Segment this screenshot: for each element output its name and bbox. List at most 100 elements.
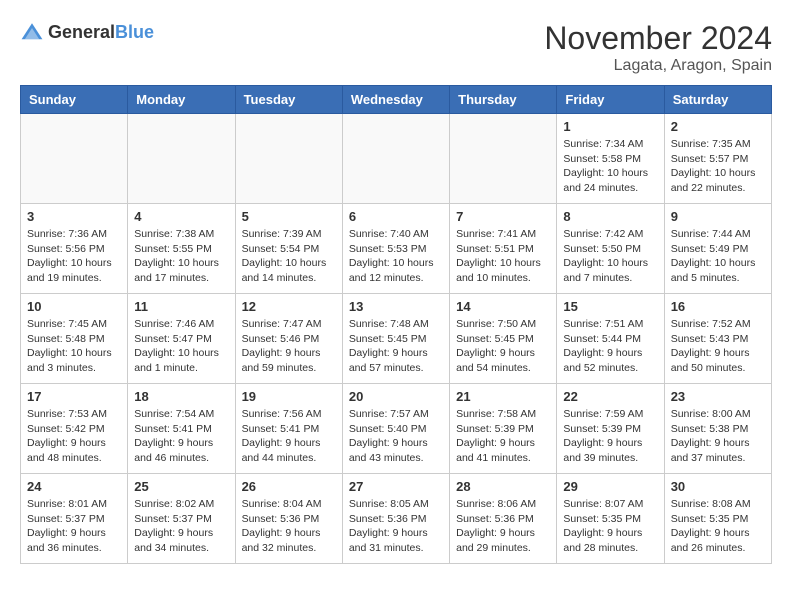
calendar-cell: 29Sunrise: 8:07 AMSunset: 5:35 PMDayligh… [557, 474, 664, 564]
day-number: 13 [349, 299, 443, 314]
day-number: 3 [27, 209, 121, 224]
day-info: Sunrise: 7:52 AMSunset: 5:43 PMDaylight:… [671, 317, 765, 376]
day-number: 23 [671, 389, 765, 404]
weekday-header-wednesday: Wednesday [342, 86, 449, 114]
day-number: 30 [671, 479, 765, 494]
logo-general: General [48, 22, 115, 42]
calendar-cell: 27Sunrise: 8:05 AMSunset: 5:36 PMDayligh… [342, 474, 449, 564]
calendar-cell: 10 Sunrise: 7:45 AMSunset: 5:48 PMDayligh… [21, 294, 128, 384]
calendar-cell: 1 Sunrise: 7:34 AMSunset: 5:58 PMDaylight… [557, 114, 664, 204]
calendar-cell: 12Sunrise: 7:47 AMSunset: 5:46 PMDayligh… [235, 294, 342, 384]
day-number: 8 [563, 209, 657, 224]
day-info: Sunrise: 7:46 AMSunset: 5:47 PMDaylight:… [134, 317, 228, 376]
calendar-cell: 5 Sunrise: 7:39 AMSunset: 5:54 PMDaylight… [235, 204, 342, 294]
week-row-5: 24 Sunrise: 8:01 AMSunset: 5:37 PMDayligh… [21, 474, 772, 564]
day-info: Sunrise: 7:38 AMSunset: 5:55 PMDaylight:… [134, 227, 228, 286]
logo-blue: Blue [115, 22, 154, 42]
day-number: 14 [456, 299, 550, 314]
calendar-cell: 30 Sunrise: 8:08 AMSunset: 5:35 PMDayligh… [664, 474, 771, 564]
day-info: Sunrise: 7:41 AMSunset: 5:51 PMDaylight:… [456, 227, 550, 286]
day-info: Sunrise: 7:44 AMSunset: 5:49 PMDaylight:… [671, 227, 765, 286]
day-info: Sunrise: 8:08 AMSunset: 5:35 PMDaylight:… [671, 497, 765, 556]
day-info: Sunrise: 8:02 AMSunset: 5:37 PMDaylight:… [134, 497, 228, 556]
day-number: 29 [563, 479, 657, 494]
day-number: 21 [456, 389, 550, 404]
day-info: Sunrise: 7:36 AMSunset: 5:56 PMDaylight:… [27, 227, 121, 286]
day-number: 11 [134, 299, 228, 314]
calendar-cell [235, 114, 342, 204]
day-info: Sunrise: 7:40 AMSunset: 5:53 PMDaylight:… [349, 227, 443, 286]
day-number: 1 [563, 119, 657, 134]
weekday-header-friday: Friday [557, 86, 664, 114]
day-number: 5 [242, 209, 336, 224]
day-number: 20 [349, 389, 443, 404]
calendar-cell: 23 Sunrise: 8:00 AMSunset: 5:38 PMDayligh… [664, 384, 771, 474]
day-number: 4 [134, 209, 228, 224]
calendar-cell: 18 Sunrise: 7:54 AMSunset: 5:41 PMDayligh… [128, 384, 235, 474]
calendar-cell: 26 Sunrise: 8:04 AMSunset: 5:36 PMDayligh… [235, 474, 342, 564]
weekday-header-thursday: Thursday [450, 86, 557, 114]
day-info: Sunrise: 7:58 AMSunset: 5:39 PMDaylight:… [456, 407, 550, 466]
calendar-cell: 20Sunrise: 7:57 AMSunset: 5:40 PMDayligh… [342, 384, 449, 474]
day-number: 6 [349, 209, 443, 224]
day-number: 7 [456, 209, 550, 224]
weekday-header-tuesday: Tuesday [235, 86, 342, 114]
day-info: Sunrise: 8:05 AMSunset: 5:36 PMDaylight:… [349, 497, 443, 556]
day-number: 19 [242, 389, 336, 404]
day-info: Sunrise: 7:42 AMSunset: 5:50 PMDaylight:… [563, 227, 657, 286]
week-row-3: 10 Sunrise: 7:45 AMSunset: 5:48 PMDayligh… [21, 294, 772, 384]
day-info: Sunrise: 7:53 AMSunset: 5:42 PMDaylight:… [27, 407, 121, 466]
week-row-2: 3 Sunrise: 7:36 AMSunset: 5:56 PMDaylight… [21, 204, 772, 294]
day-info: Sunrise: 7:34 AMSunset: 5:58 PMDaylight:… [563, 137, 657, 196]
calendar-cell [21, 114, 128, 204]
calendar-cell: 4 Sunrise: 7:38 AMSunset: 5:55 PMDaylight… [128, 204, 235, 294]
calendar-cell: 11 Sunrise: 7:46 AMSunset: 5:47 PMDayligh… [128, 294, 235, 384]
calendar-cell [342, 114, 449, 204]
day-number: 22 [563, 389, 657, 404]
day-number: 15 [563, 299, 657, 314]
day-info: Sunrise: 7:35 AMSunset: 5:57 PMDaylight:… [671, 137, 765, 196]
day-number: 17 [27, 389, 121, 404]
day-info: Sunrise: 7:50 AMSunset: 5:45 PMDaylight:… [456, 317, 550, 376]
weekday-header-row: SundayMondayTuesdayWednesdayThursdayFrid… [21, 86, 772, 114]
weekday-header-saturday: Saturday [664, 86, 771, 114]
calendar-cell: 24 Sunrise: 8:01 AMSunset: 5:37 PMDayligh… [21, 474, 128, 564]
week-row-1: 1 Sunrise: 7:34 AMSunset: 5:58 PMDaylight… [21, 114, 772, 204]
weekday-header-monday: Monday [128, 86, 235, 114]
calendar-cell [128, 114, 235, 204]
logo-icon [20, 20, 44, 44]
day-info: Sunrise: 7:51 AMSunset: 5:44 PMDaylight:… [563, 317, 657, 376]
month-title: November 2024 [544, 20, 772, 57]
day-number: 16 [671, 299, 765, 314]
day-info: Sunrise: 8:06 AMSunset: 5:36 PMDaylight:… [456, 497, 550, 556]
calendar-cell: 7 Sunrise: 7:41 AMSunset: 5:51 PMDaylight… [450, 204, 557, 294]
calendar-cell: 14 Sunrise: 7:50 AMSunset: 5:45 PMDayligh… [450, 294, 557, 384]
day-info: Sunrise: 8:01 AMSunset: 5:37 PMDaylight:… [27, 497, 121, 556]
day-info: Sunrise: 7:39 AMSunset: 5:54 PMDaylight:… [242, 227, 336, 286]
calendar-cell: 3 Sunrise: 7:36 AMSunset: 5:56 PMDaylight… [21, 204, 128, 294]
day-info: Sunrise: 8:04 AMSunset: 5:36 PMDaylight:… [242, 497, 336, 556]
day-number: 26 [242, 479, 336, 494]
day-number: 18 [134, 389, 228, 404]
header: GeneralBlue November 2024 Lagata, Aragon… [20, 20, 772, 75]
day-number: 2 [671, 119, 765, 134]
calendar-cell: 9Sunrise: 7:44 AMSunset: 5:49 PMDaylight… [664, 204, 771, 294]
calendar-cell: 13Sunrise: 7:48 AMSunset: 5:45 PMDayligh… [342, 294, 449, 384]
week-row-4: 17 Sunrise: 7:53 AMSunset: 5:42 PMDayligh… [21, 384, 772, 474]
calendar-cell: 6 Sunrise: 7:40 AMSunset: 5:53 PMDaylight… [342, 204, 449, 294]
day-info: Sunrise: 8:00 AMSunset: 5:38 PMDaylight:… [671, 407, 765, 466]
calendar-cell: 25Sunrise: 8:02 AMSunset: 5:37 PMDayligh… [128, 474, 235, 564]
calendar-table: SundayMondayTuesdayWednesdayThursdayFrid… [20, 85, 772, 564]
day-number: 24 [27, 479, 121, 494]
calendar-cell [450, 114, 557, 204]
calendar-cell: 17 Sunrise: 7:53 AMSunset: 5:42 PMDayligh… [21, 384, 128, 474]
logo: GeneralBlue [20, 20, 154, 44]
calendar-cell: 22 Sunrise: 7:59 AMSunset: 5:39 PMDayligh… [557, 384, 664, 474]
calendar-cell: 8 Sunrise: 7:42 AMSunset: 5:50 PMDaylight… [557, 204, 664, 294]
day-info: Sunrise: 7:45 AMSunset: 5:48 PMDaylight:… [27, 317, 121, 376]
day-info: Sunrise: 7:59 AMSunset: 5:39 PMDaylight:… [563, 407, 657, 466]
day-number: 12 [242, 299, 336, 314]
day-info: Sunrise: 7:54 AMSunset: 5:41 PMDaylight:… [134, 407, 228, 466]
day-number: 10 [27, 299, 121, 314]
calendar-cell: 21 Sunrise: 7:58 AMSunset: 5:39 PMDayligh… [450, 384, 557, 474]
